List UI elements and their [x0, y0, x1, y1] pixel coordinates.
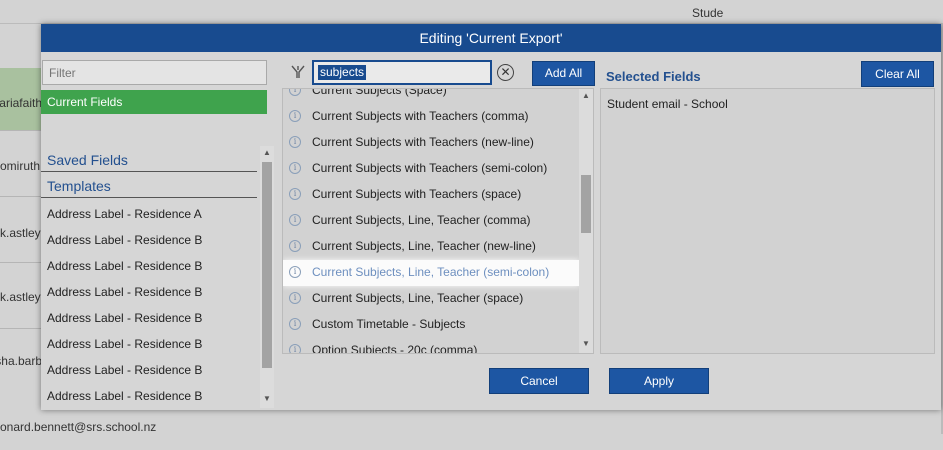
background-column-header: Stude: [692, 6, 724, 20]
field-item-label: Current Subjects with Teachers (semi-col…: [312, 161, 548, 175]
template-item[interactable]: Address Label - Residence B: [47, 337, 202, 351]
field-item[interactable]: i Current Subjects with Teachers (comma): [283, 104, 579, 130]
filter-input[interactable]: [42, 60, 267, 85]
template-item[interactable]: Address Label - Residence B: [47, 233, 202, 247]
selected-fields-list: Student email - School: [600, 88, 935, 354]
field-item[interactable]: i Custom Timetable - Subjects: [283, 312, 579, 338]
field-item-hovered[interactable]: i Current Subjects, Line, Teacher (semi-…: [283, 260, 579, 286]
field-item-label: Current Subjects (Space): [312, 88, 447, 97]
info-icon[interactable]: i: [289, 110, 301, 122]
info-icon[interactable]: i: [289, 162, 301, 174]
field-item[interactable]: i Current Subjects, Line, Teacher (new-l…: [283, 234, 579, 260]
field-item-label: Current Subjects with Teachers (comma): [312, 109, 529, 123]
field-item-label: Current Subjects with Teachers (new-line…: [312, 135, 534, 149]
info-icon[interactable]: i: [289, 214, 301, 226]
scroll-down-arrow-icon[interactable]: ▼: [579, 337, 593, 351]
field-item-label: Current Subjects, Line, Teacher (semi-co…: [312, 265, 550, 279]
background-row-divider: [0, 196, 42, 197]
field-item-label: Current Subjects with Teachers (space): [312, 187, 522, 201]
field-item[interactable]: i Current Subjects, Line, Teacher (space…: [283, 286, 579, 312]
scroll-up-arrow-icon[interactable]: ▲: [260, 146, 274, 160]
field-item-label: Current Subjects, Line, Teacher (new-lin…: [312, 239, 536, 253]
background-row-text: omiruth: [0, 159, 41, 173]
info-icon[interactable]: i: [289, 240, 301, 252]
field-item-label: Option Subjects - 20c (comma): [312, 343, 478, 354]
info-icon[interactable]: i: [289, 292, 301, 304]
cancel-button[interactable]: Cancel: [489, 368, 589, 394]
saved-fields-heading[interactable]: Saved Fields: [47, 152, 128, 168]
selected-fields-heading: Selected Fields: [606, 69, 701, 84]
template-item[interactable]: Address Label - Residence B: [47, 311, 202, 325]
templates-scrollbar[interactable]: ▲ ▼: [260, 146, 274, 408]
info-icon[interactable]: i: [289, 89, 301, 96]
background-row-text: k.astley: [0, 226, 41, 240]
apply-button[interactable]: Apply: [609, 368, 709, 394]
available-fields-list: i Current Subjects (Space) i Current Sub…: [282, 88, 594, 354]
funnel-icon-graphic: [291, 65, 305, 78]
field-item[interactable]: i Current Subjects with Teachers (semi-c…: [283, 156, 579, 182]
background-row-divider: [0, 328, 42, 329]
field-item[interactable]: i Current Subjects with Teachers (space): [283, 182, 579, 208]
field-item[interactable]: i Current Subjects, Line, Teacher (comma…: [283, 208, 579, 234]
field-item[interactable]: i Option Subjects - 20c (comma): [283, 338, 579, 354]
scroll-up-arrow-icon[interactable]: ▲: [579, 89, 593, 103]
export-editor-dialog: Editing 'Current Export' Current Fields …: [41, 24, 941, 410]
info-icon[interactable]: i: [289, 318, 301, 330]
info-icon[interactable]: i: [289, 266, 301, 278]
current-fields-item[interactable]: Current Fields: [41, 90, 267, 114]
selected-field-item[interactable]: Student email - School: [607, 97, 728, 111]
background-row-divider: [0, 130, 42, 131]
background-row-text: k.astley: [0, 290, 41, 304]
template-item[interactable]: Address Label - Residence A: [47, 207, 202, 221]
search-input[interactable]: subjects: [312, 60, 492, 85]
templates-heading[interactable]: Templates: [47, 178, 111, 194]
template-item[interactable]: Address Label - Residence B: [47, 285, 202, 299]
background-bottom-text: onard.bennett@srs.school.nz: [0, 420, 157, 434]
saved-fields-divider: [41, 171, 257, 172]
background-row-text: ariafaith: [0, 96, 42, 110]
field-item[interactable]: i Current Subjects (Space): [283, 88, 579, 104]
template-item[interactable]: Address Label - Residence B: [47, 259, 202, 273]
add-all-button[interactable]: Add All: [532, 61, 595, 86]
info-icon[interactable]: i: [289, 188, 301, 200]
background-row-text: sha.barb: [0, 354, 42, 368]
templates-panel: Saved Fields Templates Address Label - R…: [41, 144, 273, 408]
templates-scroll-thumb[interactable]: [262, 162, 272, 368]
templates-divider: [41, 197, 257, 198]
clear-search-icon[interactable]: ✕: [497, 64, 514, 81]
clear-all-button[interactable]: Clear All: [861, 61, 934, 87]
fields-scroll-thumb[interactable]: [581, 175, 591, 233]
dialog-title: Editing 'Current Export': [41, 24, 941, 52]
template-item[interactable]: Address Label - Residence B: [47, 389, 202, 403]
fields-scrollbar[interactable]: ▲ ▼: [579, 89, 593, 353]
field-item-label: Custom Timetable - Subjects: [312, 317, 466, 331]
field-item-label: Current Subjects, Line, Teacher (space): [312, 291, 524, 305]
funnel-icon[interactable]: [289, 64, 307, 82]
search-input-value: subjects: [318, 65, 367, 80]
info-icon[interactable]: i: [289, 344, 301, 353]
field-item-label: Current Subjects, Line, Teacher (comma): [312, 213, 531, 227]
info-icon[interactable]: i: [289, 136, 301, 148]
template-item[interactable]: Address Label - Residence B: [47, 363, 202, 377]
background-row-divider: [0, 262, 42, 263]
background-header-row: [0, 0, 943, 24]
field-item[interactable]: i Current Subjects with Teachers (new-li…: [283, 130, 579, 156]
scroll-down-arrow-icon[interactable]: ▼: [260, 392, 274, 406]
